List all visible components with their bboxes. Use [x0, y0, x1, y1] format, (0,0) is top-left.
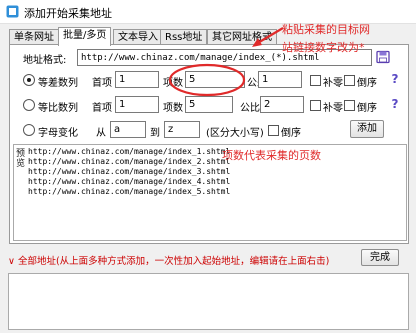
preview-list: http://www.chinaz.com/manage/index_1.sht…: [28, 147, 230, 197]
arithmetic-count-label: 项数: [163, 78, 183, 89]
all-addresses-box[interactable]: [8, 273, 409, 330]
letters-label: 字母变化: [38, 128, 78, 139]
arithmetic-label: 等差数列: [38, 78, 78, 89]
window-titlebar: 添加开始采集地址: [0, 0, 416, 24]
preview-box[interactable]: 预览 http://www.chinaz.com/manage/index_1.…: [13, 144, 407, 241]
letters-from-label: 从: [96, 128, 106, 139]
arithmetic-pad-checkbox[interactable]: [310, 75, 321, 86]
arithmetic-reverse-checkbox[interactable]: [344, 75, 355, 86]
tab-other-url-format[interactable]: 其它网址格式: [207, 29, 277, 45]
tab-batch-multipage[interactable]: 批量/多页: [58, 27, 112, 46]
annotation-target-url: 粘贴采集的目标网: [282, 23, 370, 36]
preview-line: http://www.chinaz.com/manage/index_3.sht…: [28, 167, 231, 176]
arithmetic-reverse-label: 倒序: [357, 78, 377, 89]
help-icon[interactable]: ?: [389, 97, 401, 111]
tab-single-url[interactable]: 单条网址: [9, 29, 59, 45]
footer-note: ∨ 全部地址(从上面多种方式添加，一次性加入起始地址，编辑请在上面右击): [8, 256, 330, 267]
window-title: 添加开始采集地址: [24, 7, 112, 20]
done-button[interactable]: 完成: [361, 249, 399, 266]
arithmetic-first-label: 首项: [92, 78, 112, 89]
letters-reverse-label: 倒序: [281, 128, 301, 139]
save-icon[interactable]: [376, 50, 390, 64]
help-icon[interactable]: ?: [389, 72, 401, 86]
preview-label: 预览: [16, 149, 26, 169]
annotation-count-meaning: 项数代表采集的页数: [222, 149, 321, 162]
arithmetic-diff-input[interactable]: [258, 71, 302, 88]
preview-line: http://www.chinaz.com/manage/index_1.sht…: [28, 147, 231, 156]
geometric-pad-checkbox[interactable]: [310, 100, 321, 111]
arithmetic-first-input[interactable]: [115, 71, 159, 88]
preview-line: http://www.chinaz.com/manage/index_2.sht…: [28, 157, 231, 166]
geometric-pad-label: 补零: [323, 103, 343, 114]
geometric-reverse-checkbox[interactable]: [344, 100, 355, 111]
preview-line: http://www.chinaz.com/manage/index_4.sht…: [28, 177, 231, 186]
geometric-count-input[interactable]: [185, 96, 233, 113]
preview-line: http://www.chinaz.com/manage/index_5.sht…: [28, 187, 231, 196]
batch-panel: 地址格式: 等差数列 首项 项数 公差 补零 倒序 ? 等比数列 首项 项数 公…: [9, 44, 409, 244]
geometric-count-label: 项数: [163, 103, 183, 114]
tab-rss-url[interactable]: Rss地址: [160, 29, 208, 45]
letters-to-input[interactable]: [164, 121, 200, 138]
letters-reverse-checkbox[interactable]: [268, 125, 279, 136]
letters-to-label: 到: [150, 128, 160, 139]
app-icon: [6, 5, 19, 18]
letters-case-note: (区分大小写): [206, 128, 264, 139]
geometric-ratio-label: 公比: [240, 103, 260, 114]
geometric-reverse-label: 倒序: [357, 103, 377, 114]
geometric-ratio-input[interactable]: [260, 96, 304, 113]
geometric-first-label: 首项: [92, 103, 112, 114]
geometric-label: 等比数列: [38, 103, 78, 114]
address-format-label: 地址格式:: [23, 55, 67, 66]
add-button[interactable]: 添加: [350, 120, 384, 138]
arithmetic-count-input[interactable]: [185, 71, 245, 88]
arithmetic-pad-label: 补零: [323, 78, 343, 89]
tab-text-import[interactable]: 文本导入: [113, 29, 163, 45]
letters-from-input[interactable]: [110, 121, 146, 138]
arithmetic-radio[interactable]: [23, 74, 35, 86]
geometric-radio[interactable]: [23, 99, 35, 111]
letters-radio[interactable]: [23, 124, 35, 136]
annotation-replace-number: 站链接数字改为*: [282, 41, 365, 54]
svg-text:?: ?: [392, 72, 399, 86]
svg-text:?: ?: [392, 97, 399, 111]
geometric-first-input[interactable]: [115, 96, 159, 113]
